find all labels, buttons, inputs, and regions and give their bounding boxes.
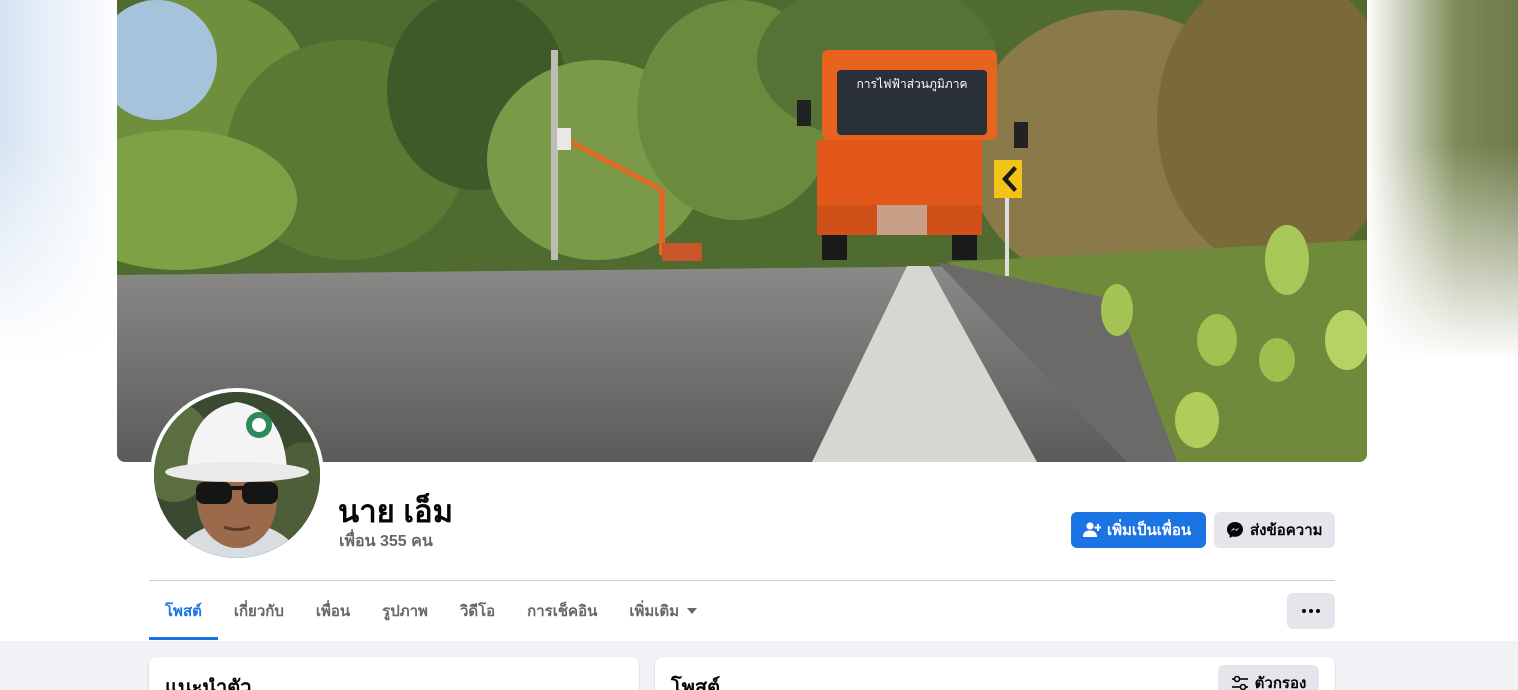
friends-count[interactable]: เพื่อน 355 คน <box>339 529 433 554</box>
tab-friends[interactable]: เพื่อน <box>300 582 366 640</box>
add-friend-button[interactable]: เพิ่มเป็นเพื่อน <box>1071 512 1206 548</box>
tab-videos[interactable]: วิดีโอ <box>444 582 511 640</box>
tab-posts-label: โพสต์ <box>165 603 202 620</box>
profile-divider <box>149 580 1335 581</box>
tab-about-label: เกี่ยวกับ <box>233 603 284 620</box>
tab-friends-label: เพื่อน <box>315 603 351 620</box>
ellipsis-dot <box>1309 609 1313 613</box>
profile-tabs: โพสต์ เกี่ยวกับ เพื่อน รูปภาพ วิดีโอ การ… <box>149 582 713 640</box>
posts-card: โพสต์ ตัวกรอง <box>655 657 1335 690</box>
ellipsis-icon <box>1302 609 1306 613</box>
filter-button[interactable]: ตัวกรอง <box>1218 665 1319 690</box>
intro-title: แนะนำตัว <box>165 677 252 690</box>
truck-lettering: การไฟฟ้าส่วนภูมิภาค <box>857 77 968 92</box>
add-person-icon <box>1083 522 1101 537</box>
more-options-button[interactable] <box>1287 593 1335 629</box>
filter-label: ตัวกรอง <box>1254 675 1307 690</box>
tab-photos[interactable]: รูปภาพ <box>366 582 444 640</box>
tab-checkins[interactable]: การเช็คอิน <box>511 582 613 640</box>
caret-down-icon <box>687 608 698 614</box>
send-message-label: ส่งข้อความ <box>1250 522 1323 539</box>
tab-more[interactable]: เพิ่มเติม <box>613 582 713 640</box>
tab-photos-label: รูปภาพ <box>382 603 428 620</box>
tab-videos-label: วิดีโอ <box>459 603 496 620</box>
add-friend-label: เพิ่มเป็นเพื่อน <box>1107 522 1192 539</box>
filter-sliders-icon <box>1231 675 1248 690</box>
intro-card: แนะนำตัว <box>149 657 639 690</box>
tab-more-label: เพิ่มเติม <box>629 603 680 620</box>
profile-avatar[interactable] <box>150 388 324 562</box>
send-message-button[interactable]: ส่งข้อความ <box>1214 512 1335 548</box>
tab-checkins-label: การเช็คอิน <box>527 603 598 620</box>
tab-about[interactable]: เกี่ยวกับ <box>218 582 300 640</box>
cover-photo[interactable]: การไฟฟ้าส่วนภูมิภาค <box>117 0 1367 462</box>
ellipsis-dot <box>1316 609 1320 613</box>
messenger-icon <box>1227 522 1243 538</box>
posts-title: โพสต์ <box>671 677 721 690</box>
tab-posts[interactable]: โพสต์ <box>149 582 218 640</box>
